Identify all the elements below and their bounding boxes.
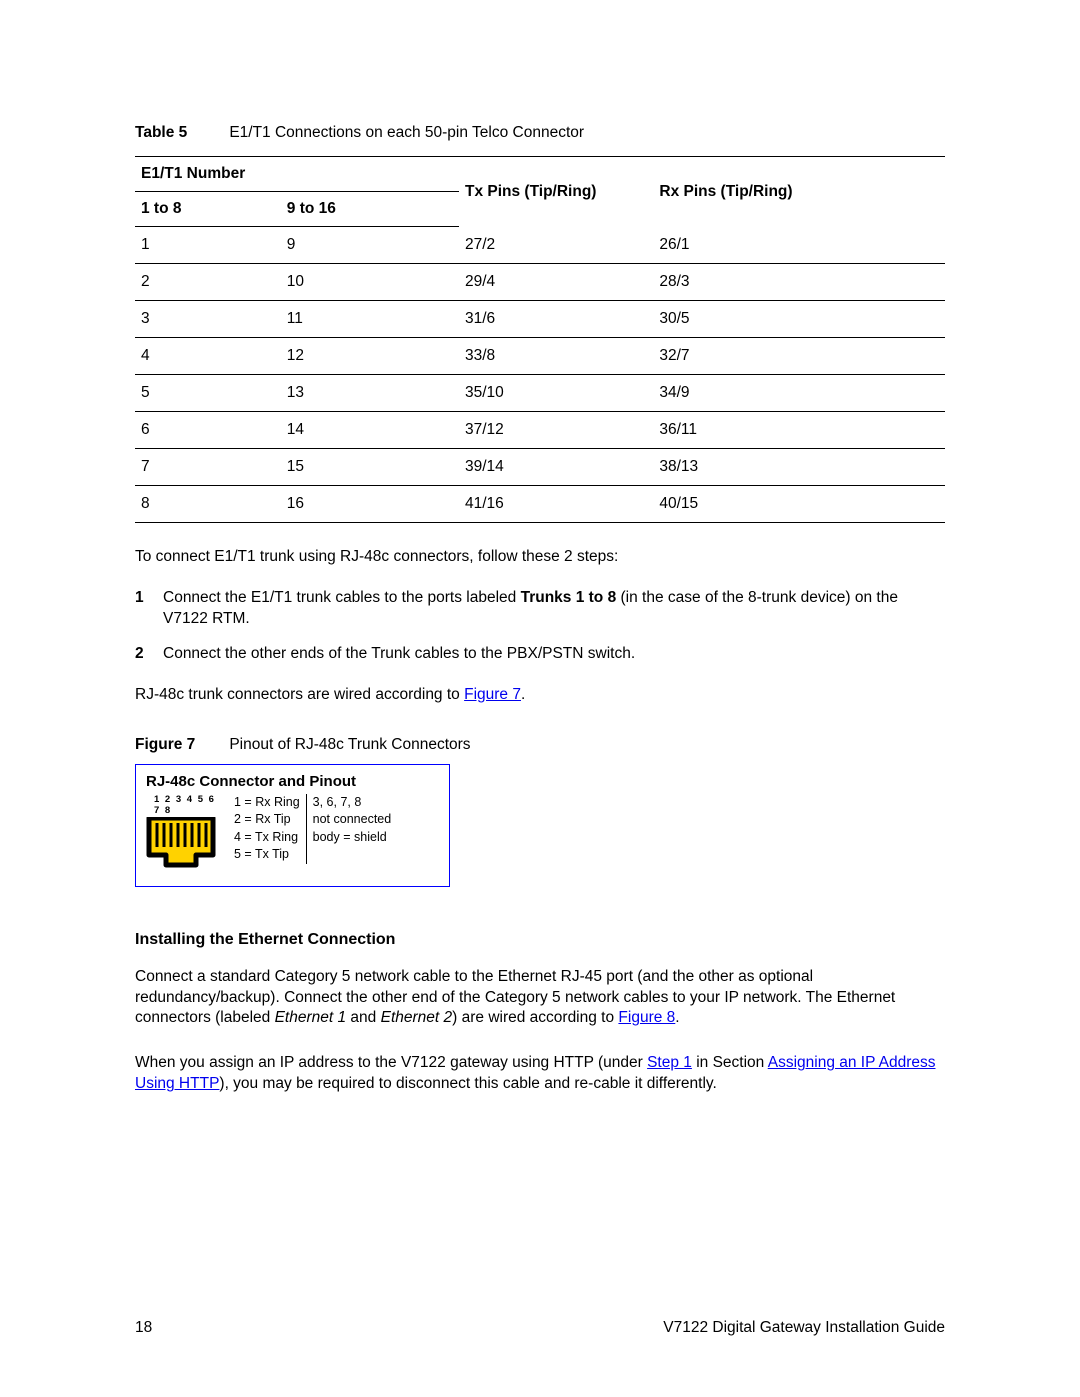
figure8-link[interactable]: Figure 8: [618, 1009, 675, 1026]
rj48c-paragraph: RJ-48c trunk connectors are wired accord…: [135, 685, 945, 706]
page-number: 18: [135, 1319, 152, 1337]
th-1-to-8: 1 to 8: [135, 192, 281, 227]
doc-title: V7122 Digital Gateway Installation Guide: [663, 1319, 945, 1337]
table5-label: Table 5: [135, 124, 225, 142]
table-row: 81641/1640/15: [135, 486, 945, 523]
pinout-columns: 1 = Rx Ring 2 = Rx Tip 4 = Tx Ring 5 = T…: [234, 794, 391, 864]
ip-paragraph: When you assign an IP address to the V71…: [135, 1053, 945, 1095]
table-row: 21029/428/3: [135, 264, 945, 301]
intro-paragraph: To connect E1/T1 trunk using RJ-48c conn…: [135, 547, 945, 568]
table5-caption-text: E1/T1 Connections on each 50-pin Telco C…: [229, 124, 584, 141]
figure7-box: RJ-48c Connector and Pinout 1 2 3 4 5 6 …: [135, 764, 450, 887]
figure7-label: Figure 7: [135, 736, 225, 754]
step1-link[interactable]: Step 1: [647, 1054, 692, 1071]
section-heading: Installing the Ethernet Connection: [135, 931, 945, 949]
th-tx-pins: Tx Pins (Tip/Ring): [459, 157, 653, 227]
table5-caption: Table 5 E1/T1 Connections on each 50-pin…: [135, 124, 945, 142]
figure7-title: RJ-48c Connector and Pinout: [146, 773, 439, 790]
figure7-link[interactable]: Figure 7: [464, 686, 521, 703]
table-row: 1927/226/1: [135, 227, 945, 264]
table-row: 41233/832/7: [135, 338, 945, 375]
th-9-to-16: 9 to 16: [281, 192, 459, 227]
table-row: 71539/1438/13: [135, 449, 945, 486]
table-row: 51335/1034/9: [135, 375, 945, 412]
figure7-caption-text: Pinout of RJ-48c Trunk Connectors: [229, 736, 470, 753]
rj48c-connector-icon: 1 2 3 4 5 6 7 8: [146, 794, 224, 876]
table5: E1/T1 Number Tx Pins (Tip/Ring) Rx Pins …: [135, 156, 945, 523]
th-e1t1-number: E1/T1 Number: [135, 157, 459, 192]
page-footer: 18 V7122 Digital Gateway Installation Gu…: [135, 1319, 945, 1337]
table-row: 31131/630/5: [135, 301, 945, 338]
steps-list: 1 Connect the E1/T1 trunk cables to the …: [135, 588, 945, 665]
step-2: 2 Connect the other ends of the Trunk ca…: [135, 644, 945, 665]
ethernet-paragraph: Connect a standard Category 5 network ca…: [135, 967, 945, 1030]
step-1: 1 Connect the E1/T1 trunk cables to the …: [135, 588, 945, 630]
document-page: Table 5 E1/T1 Connections on each 50-pin…: [0, 0, 1080, 1397]
table-row: 61437/1236/11: [135, 412, 945, 449]
th-rx-pins: Rx Pins (Tip/Ring): [653, 157, 945, 227]
figure7-caption: Figure 7 Pinout of RJ-48c Trunk Connecto…: [135, 736, 945, 754]
